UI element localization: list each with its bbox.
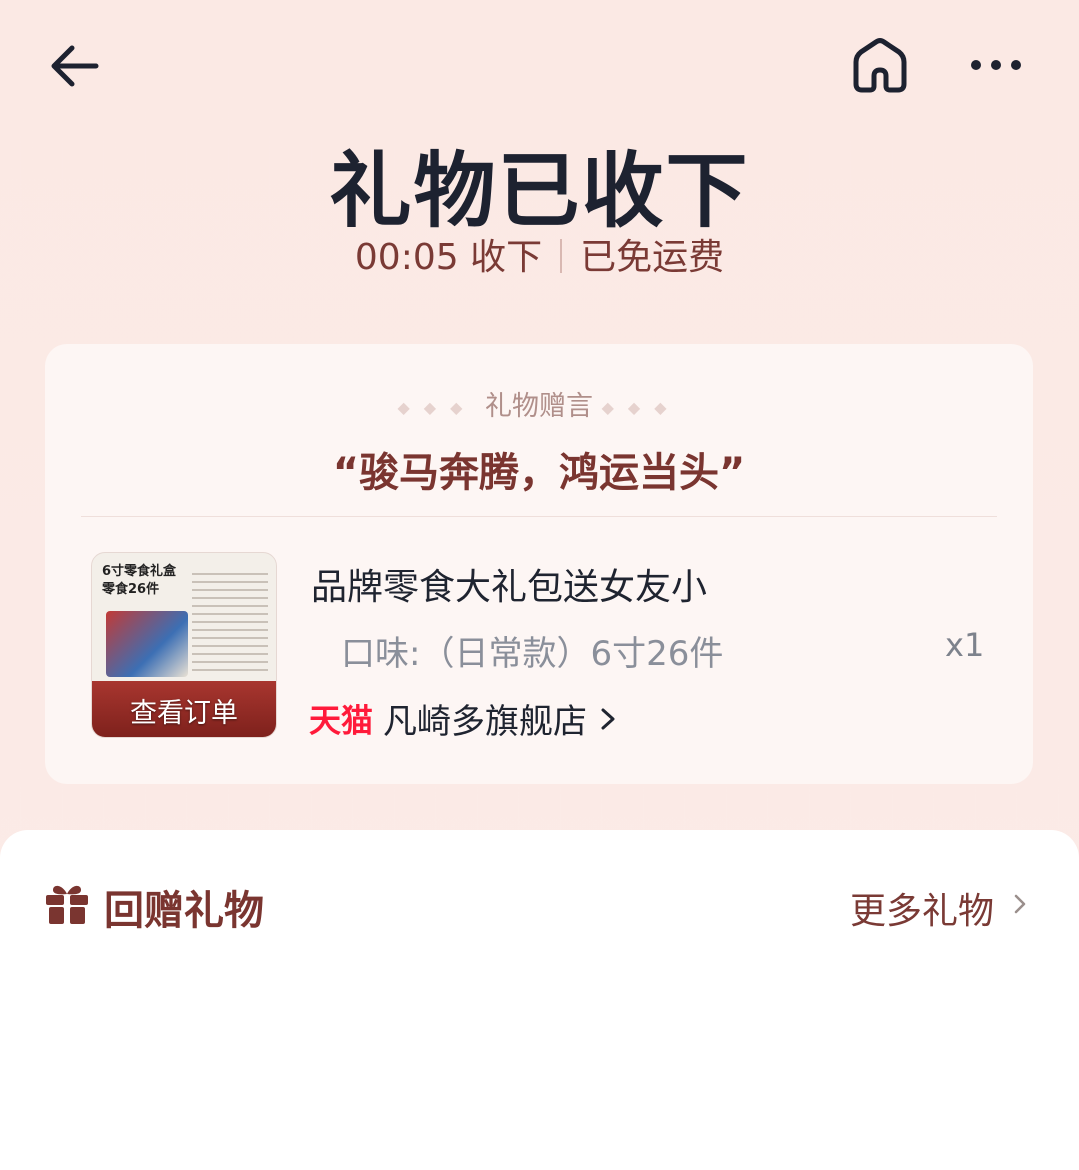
return-gift-panel: 回赠礼物 更多礼物 bbox=[0, 830, 1079, 1170]
thumbnail-product-image bbox=[106, 611, 188, 677]
view-order-label[interactable]: 查看订单 bbox=[92, 691, 276, 730]
gift-message-label-row: ◆◆◆ 礼物赠言 ◆◆◆ bbox=[45, 384, 1033, 423]
received-time: 00:05 收下 bbox=[354, 237, 543, 278]
subtitle-divider bbox=[560, 239, 563, 273]
decorative-dots-left: ◆◆◆ bbox=[397, 398, 477, 417]
gift-message-label: 礼物赠言 bbox=[485, 391, 593, 422]
product-name[interactable]: 品牌零食大礼包送女友小 bbox=[311, 558, 707, 610]
chevron-right-icon bbox=[601, 708, 615, 729]
thumbnail-item-list bbox=[192, 573, 268, 677]
status-subtitle: 00:05 收下 已免运费 bbox=[0, 228, 1079, 280]
product-thumbnail[interactable]: 6寸零食礼盒 零食26件 查看订单 bbox=[91, 552, 277, 738]
page-title: 礼物已收下 bbox=[329, 144, 750, 239]
home-button[interactable] bbox=[848, 36, 912, 96]
return-gift-title: 回赠礼物 bbox=[104, 888, 264, 934]
more-options-button[interactable] bbox=[966, 40, 1026, 90]
gift-icon bbox=[46, 885, 88, 924]
arrow-left-icon bbox=[51, 45, 99, 87]
decorative-dots-right: ◆◆◆ bbox=[601, 398, 681, 417]
store-name: 凡崎多旗舰店 bbox=[383, 702, 588, 742]
home-icon bbox=[853, 38, 907, 93]
top-bar bbox=[0, 0, 1079, 130]
product-quantity: x1 bbox=[945, 626, 985, 664]
back-button[interactable] bbox=[46, 40, 102, 92]
thumbnail-caption: 6寸零食礼盒 零食26件 bbox=[102, 564, 177, 597]
shipping-note: 已免运费 bbox=[580, 237, 725, 278]
store-link[interactable]: 天猫 凡崎多旗舰店 bbox=[309, 694, 619, 742]
product-spec: 口味:（日常款）6寸26件 bbox=[341, 634, 724, 674]
more-gifts-link[interactable]: 更多礼物 bbox=[850, 882, 994, 934]
chevron-right-icon[interactable] bbox=[1012, 892, 1028, 916]
gift-message-text: “骏马奔腾，鸿运当头” bbox=[332, 450, 746, 496]
gift-card: ◆◆◆ 礼物赠言 ◆◆◆ “骏马奔腾，鸿运当头” 6寸零食礼盒 零食26件 查看订… bbox=[45, 344, 1033, 784]
card-divider bbox=[81, 516, 997, 517]
tmall-logo: 天猫 bbox=[309, 701, 374, 740]
more-horizontal-icon bbox=[971, 60, 1021, 70]
